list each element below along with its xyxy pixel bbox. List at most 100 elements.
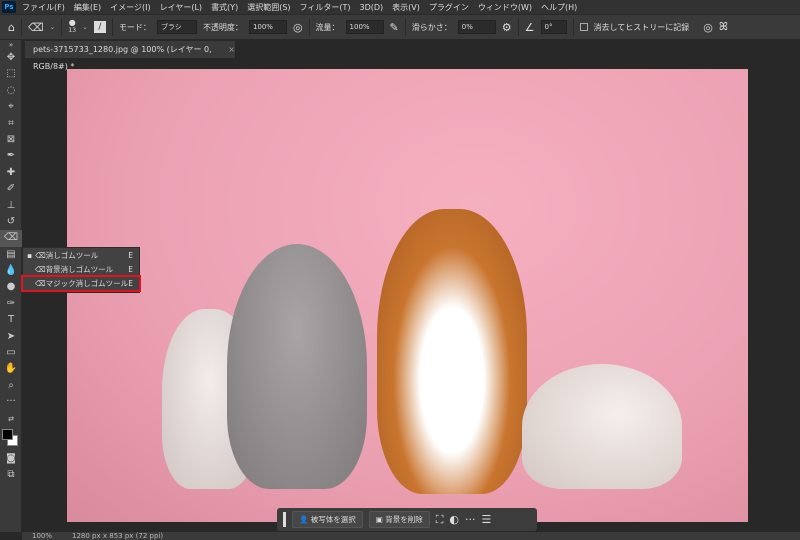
- rectangle-tool-icon[interactable]: ▭: [0, 345, 22, 361]
- transform-icon[interactable]: ⛶: [436, 513, 444, 527]
- document-tab-bar: pets-3715733_1280.jpg @ 100% (レイヤー 0, RG…: [22, 40, 800, 71]
- brush-settings-icon[interactable]: /: [93, 21, 106, 33]
- photoshop-logo: Ps: [2, 1, 16, 13]
- brush-tool-icon[interactable]: ✐: [0, 181, 22, 197]
- brush-size-picker[interactable]: ● 13: [68, 19, 76, 35]
- person-icon: 👤: [299, 515, 311, 524]
- menu-help[interactable]: ヘルプ(H): [541, 2, 577, 13]
- healing-brush-icon[interactable]: ✚: [0, 165, 22, 181]
- menu-window[interactable]: ウィンドウ(W): [478, 2, 532, 13]
- cat-right-image: [522, 364, 682, 489]
- marquee-tool-icon[interactable]: ⬚: [0, 66, 22, 82]
- remove-background-button[interactable]: ▣ 背景を削除: [368, 511, 430, 528]
- background-eraser-icon: ⌫: [35, 265, 46, 274]
- home-icon[interactable]: ⌂: [8, 21, 15, 34]
- history-checkbox[interactable]: [579, 23, 588, 31]
- image-icon: ▣: [375, 515, 386, 524]
- zoom-tool-icon[interactable]: ⌕: [0, 378, 22, 394]
- flyout-background-eraser-tool[interactable]: ⌫ 背景消しゴムツール E: [23, 263, 139, 276]
- foreground-color-swatch[interactable]: [2, 428, 13, 440]
- menu-layer[interactable]: レイヤー(L): [160, 2, 202, 13]
- magic-eraser-icon: ⌫: [35, 279, 46, 288]
- path-selection-icon[interactable]: ➤: [0, 329, 22, 345]
- divider: [404, 18, 406, 36]
- document-title: pets-3715733_1280.jpg @ 100% (レイヤー 0, RG…: [33, 45, 212, 71]
- screen-mode-icon[interactable]: ⧉: [0, 467, 22, 483]
- history-label: 消去してヒストリーに記録: [593, 22, 690, 32]
- menu-filter[interactable]: フィルター(T): [300, 2, 351, 13]
- corgi-image: [377, 209, 527, 494]
- status-bar: 100% 1280 px x 853 px (72 ppi): [22, 532, 800, 540]
- move-tool-icon[interactable]: ✥: [0, 50, 22, 66]
- hand-tool-icon[interactable]: ✋: [0, 361, 22, 377]
- smoothing-input[interactable]: 0%: [457, 20, 496, 34]
- flyout-eraser-tool[interactable]: ▪ ⌫ 消しゴムツール E: [23, 249, 139, 262]
- opacity-label: 不透明度：: [202, 22, 243, 32]
- stamp-tool-icon[interactable]: ⊥: [0, 198, 22, 214]
- object-selection-icon[interactable]: ⌖: [0, 99, 22, 115]
- more-tools-icon[interactable]: ···: [0, 394, 22, 410]
- menu-file[interactable]: ファイル(F): [22, 2, 65, 13]
- settings-sliders-icon[interactable]: ☰: [482, 513, 492, 526]
- menu-view[interactable]: 表示(V): [392, 2, 420, 13]
- angle-input[interactable]: 0°: [540, 20, 567, 34]
- menu-type[interactable]: 書式(Y): [211, 2, 238, 13]
- adjustment-icon[interactable]: ◐: [449, 513, 459, 526]
- divider: [20, 18, 22, 36]
- document-tab[interactable]: pets-3715733_1280.jpg @ 100% (レイヤー 0, RG…: [25, 41, 235, 71]
- opacity-input[interactable]: 100%: [248, 20, 287, 34]
- dodge-tool-icon[interactable]: ●: [0, 279, 22, 295]
- gear-icon[interactable]: ⚙: [502, 21, 512, 34]
- pressure-opacity-icon[interactable]: ◎: [293, 21, 303, 34]
- collapse-icon[interactable]: »: [0, 40, 22, 50]
- eraser-icon: ⌫: [35, 251, 46, 260]
- menu-plugins[interactable]: プラグイン: [429, 2, 469, 13]
- flyout-magic-eraser-tool[interactable]: ⌫ マジック消しゴムツール E: [21, 275, 141, 292]
- drag-handle[interactable]: [283, 512, 286, 527]
- flow-label: 流量：: [315, 22, 340, 32]
- chevron-down-icon[interactable]: ⌄: [82, 23, 88, 31]
- menu-3d[interactable]: 3D(D): [360, 3, 384, 12]
- divider: [517, 18, 519, 36]
- more-options-button[interactable]: ···: [465, 513, 476, 526]
- options-bar: ⌂ ⌫ ⌄ ● 13 ⌄ / モード： ブラシ 不透明度： 100% ◎ 流量： 1…: [0, 14, 800, 39]
- zoom-level[interactable]: 100%: [32, 532, 52, 540]
- blur-tool-icon[interactable]: 💧: [0, 263, 22, 279]
- gradient-tool-icon[interactable]: ▤: [0, 247, 22, 263]
- divider: [61, 18, 63, 36]
- frame-tool-icon[interactable]: ⊠: [0, 132, 22, 148]
- eraser-preset-icon[interactable]: ⌫: [28, 21, 44, 34]
- flow-input[interactable]: 100%: [345, 20, 384, 34]
- lasso-tool-icon[interactable]: ◌: [0, 83, 22, 99]
- active-dot-icon: ▪: [27, 251, 33, 260]
- contextual-task-bar: 👤 被写体を選択 ▣ 背景を削除 ⛶ ◐ ··· ☰: [277, 508, 537, 531]
- select-subject-button[interactable]: 👤 被写体を選択: [292, 511, 363, 528]
- history-brush-icon[interactable]: ↺: [0, 214, 22, 230]
- menu-edit[interactable]: 編集(E): [74, 2, 101, 13]
- mode-select[interactable]: ブラシ: [156, 20, 197, 34]
- color-swatches[interactable]: [0, 427, 21, 451]
- crop-tool-icon[interactable]: ⌗: [0, 116, 22, 132]
- eyedropper-icon[interactable]: ✒: [0, 148, 22, 164]
- swap-colors-icon[interactable]: ⇄: [0, 411, 22, 427]
- quick-mask-icon[interactable]: ◙: [0, 451, 22, 467]
- menu-image[interactable]: イメージ(I): [110, 2, 150, 13]
- smoothing-label: 滑らかさ：: [411, 22, 452, 32]
- type-tool-icon[interactable]: T: [0, 312, 22, 328]
- pressure-size-icon[interactable]: ◎: [703, 21, 713, 34]
- symmetry-icon[interactable]: ꕤ: [719, 20, 728, 34]
- brush-dot-icon: ●: [68, 18, 76, 27]
- poodle-image: [227, 244, 367, 489]
- menu-select[interactable]: 選択範囲(S): [247, 2, 290, 13]
- divider: [111, 18, 113, 36]
- eraser-tool-icon[interactable]: ⌫: [0, 230, 22, 247]
- eraser-tools-flyout: ▪ ⌫ 消しゴムツール E ⌫ 背景消しゴムツール E ⌫ マジック消しゴムツール E: [21, 247, 141, 293]
- tools-panel: » ✥ ⬚ ◌ ⌖ ⌗ ⊠ ✒ ✚ ✐ ⊥ ↺ ⌫ ▤ 💧 ● ✑ T ➤ ▭ …: [0, 40, 22, 532]
- pen-tool-icon[interactable]: ✑: [0, 296, 22, 312]
- airbrush-icon[interactable]: ✎: [390, 21, 399, 34]
- close-tab-icon[interactable]: ×: [228, 41, 235, 58]
- chevron-down-icon[interactable]: ⌄: [50, 23, 56, 31]
- image-canvas[interactable]: [67, 69, 748, 522]
- divider: [572, 18, 574, 36]
- divider: [308, 18, 310, 36]
